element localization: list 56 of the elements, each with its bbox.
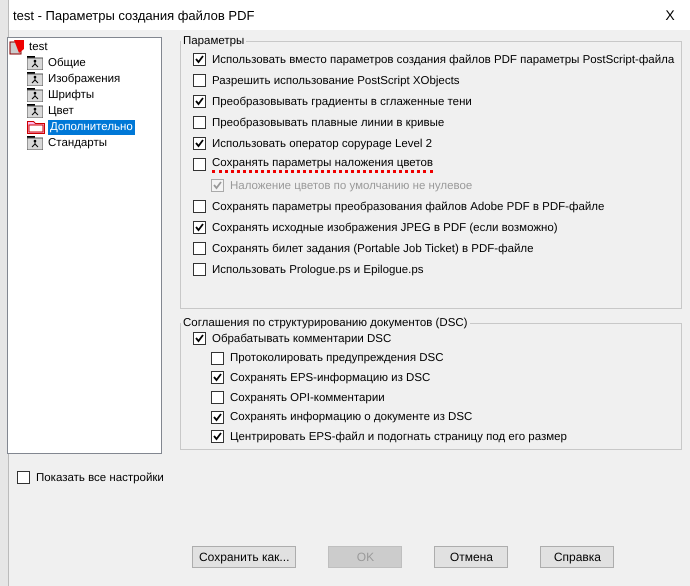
checkbox[interactable] [193,158,206,171]
page-icon [27,72,43,86]
checkbox[interactable] [193,221,206,234]
tree-item[interactable]: Дополнительно [48,120,135,134]
checkbox-label: Использовать оператор copypage Level 2 [212,138,432,150]
checkbox[interactable] [193,137,206,150]
dialog-button[interactable]: Отмена [434,546,508,568]
folder-icon [27,120,45,134]
checkbox-label: Преобразовывать градиенты в сглаженные тени [212,96,472,108]
checkbox-label: Использовать Prologue.ps и Epilogue.ps [212,264,424,276]
checkbox[interactable] [193,95,206,108]
document-icon [9,39,25,55]
checkbox[interactable] [193,53,206,66]
checkbox[interactable] [193,200,206,213]
checkbox[interactable] [211,430,224,444]
checkbox-label: Сохранять OPI-комментарии [230,392,385,404]
dialog-button[interactable]: Сохранить как... [192,546,296,568]
tree-item[interactable]: Общие [46,56,88,70]
checkbox-label: Сохранять параметры наложения цветов [212,156,433,172]
tree-item[interactable]: Стандарты [46,136,109,150]
dialog-button[interactable]: Справка [540,546,614,568]
checkbox[interactable] [17,471,30,484]
page-icon [27,88,43,102]
checkbox[interactable] [211,371,224,384]
checkbox-label: Преобразовывать плавные линии в кривые [212,116,444,128]
checkbox-label: Сохранять билет задания (Portable Job Ticket) в PDF-файле [212,242,534,254]
checkbox-label: Центрировать EPS-файл и подогнать страницу под его размер [230,430,567,443]
checkbox-label: Сохранять информацию о документе из DSC [230,411,472,424]
page-icon [27,136,43,150]
checkbox[interactable] [193,242,206,255]
checkbox-label: Использовать вместо параметров создания файлов PDF параметры PostScript-файла [212,54,674,66]
checkbox-label: Сохранять EPS-информацию из DSC [230,372,430,384]
tree-item[interactable]: Изображения [46,72,122,86]
checkbox[interactable] [193,332,206,346]
checkbox[interactable] [193,263,206,276]
checkbox-label: Наложение цветов по умолчанию не нулевое [230,180,472,192]
tree-item[interactable]: Цвет [46,104,76,118]
checkbox[interactable] [211,352,224,365]
window-title: test - Параметры создания файлов PDF [13,8,254,22]
tree-item[interactable]: test [27,40,50,54]
page-icon [27,104,43,118]
checkbox-label: Показать все настройки [36,472,164,484]
group-title: Параметры [182,35,246,47]
page-icon [27,56,43,70]
group-title: Соглашения по структурированию документов (DSC) [182,317,468,329]
close-button[interactable]: X [650,0,690,30]
tree-item[interactable]: Шрифты [46,88,96,102]
checkbox[interactable] [211,391,224,404]
checkbox-label: Сохранять параметры преобразования файлов Adobe PDF в PDF-файле [212,200,604,212]
checkbox[interactable] [193,116,206,129]
checkbox-label: Сохранять исходные изображения JPEG в PDF (если возможно) [212,222,558,234]
checkbox[interactable] [211,410,224,424]
checkbox-label: Протоколировать предупреждения DSC [230,352,444,364]
checkbox[interactable] [193,74,206,87]
checkbox-label: Обрабатывать комментарии DSC [212,332,392,345]
checkbox-label: Разрешить использование PostScript XObjects [212,74,460,86]
